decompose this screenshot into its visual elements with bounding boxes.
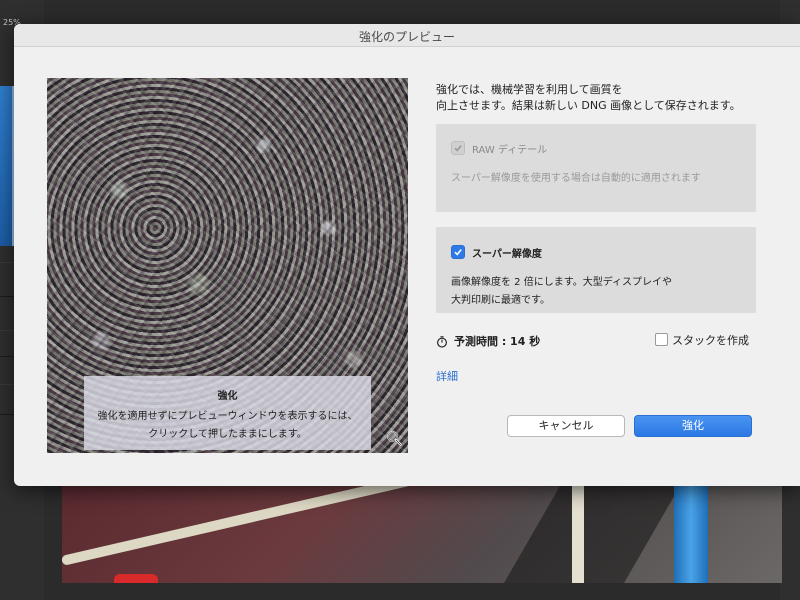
photo-shadow: [503, 486, 681, 583]
raw-details-label: RAW ディテール: [472, 145, 548, 156]
background-photo: [62, 486, 782, 583]
details-link[interactable]: 詳細: [436, 368, 458, 384]
photo-post: [572, 486, 584, 583]
enhance-button[interactable]: 強化: [634, 415, 752, 437]
preview-overlay-box: 強化 強化を適用せずにプレビューウィンドウを表示するには、 クリックして押したま…: [84, 376, 371, 450]
filmstrip-thumbnail[interactable]: [0, 86, 14, 246]
photo-railing: [62, 486, 512, 566]
raw-details-description: スーパー解像度を使用する場合は自動的に適用されます: [451, 173, 701, 184]
super-resolution-panel: スーパー解像度 画像解像度を 2 倍にします。大型ディスプレイや 大判印刷に最適…: [436, 227, 756, 313]
zoom-magnifier-icon[interactable]: [386, 430, 402, 446]
checkmark-icon: [454, 145, 462, 152]
raw-details-panel: RAW ディテール スーパー解像度を使用する場合は自動的に適用されます: [436, 124, 756, 212]
estimated-time: 予測時間 : 14 秒: [454, 335, 541, 348]
cancel-button[interactable]: キャンセル: [507, 415, 625, 437]
super-resolution-description: 大判印刷に最適です。: [451, 295, 550, 306]
super-resolution-description: 画像解像度を 2 倍にします。大型ディスプレイや: [451, 277, 673, 288]
create-stack-label[interactable]: スタックを作成: [672, 332, 749, 348]
description-text: 向上させます。結果は新しい DNG 画像として保存されます。: [436, 99, 741, 112]
dialog-title: 強化のプレビュー: [358, 30, 455, 44]
preview-image[interactable]: 強化 強化を適用せずにプレビューウィンドウを表示するには、 クリックして押したま…: [47, 78, 408, 453]
checkmark-icon: [454, 249, 462, 256]
super-resolution-label[interactable]: スーパー解像度: [472, 245, 542, 260]
super-resolution-checkbox[interactable]: [451, 245, 465, 259]
photo-red-cap: [114, 574, 158, 583]
timer-icon: [436, 336, 448, 348]
description-text: 強化では、機械学習を利用して画質を: [436, 83, 623, 96]
preview-overlay-title: 強化: [217, 391, 238, 402]
create-stack-checkbox[interactable]: [655, 333, 668, 346]
preview-overlay-text: クリックして押したままにします。: [148, 429, 307, 440]
photo-blue-pole: [674, 486, 708, 583]
preview-overlay-text: 強化を適用せずにプレビューウィンドウを表示するには、: [97, 411, 358, 422]
enhance-preview-dialog: 強化のプレビュー 強化 強化を適用せずにプレビューウィンドウを表示するには、 ク…: [14, 24, 800, 486]
raw-details-checkbox: [451, 141, 465, 155]
